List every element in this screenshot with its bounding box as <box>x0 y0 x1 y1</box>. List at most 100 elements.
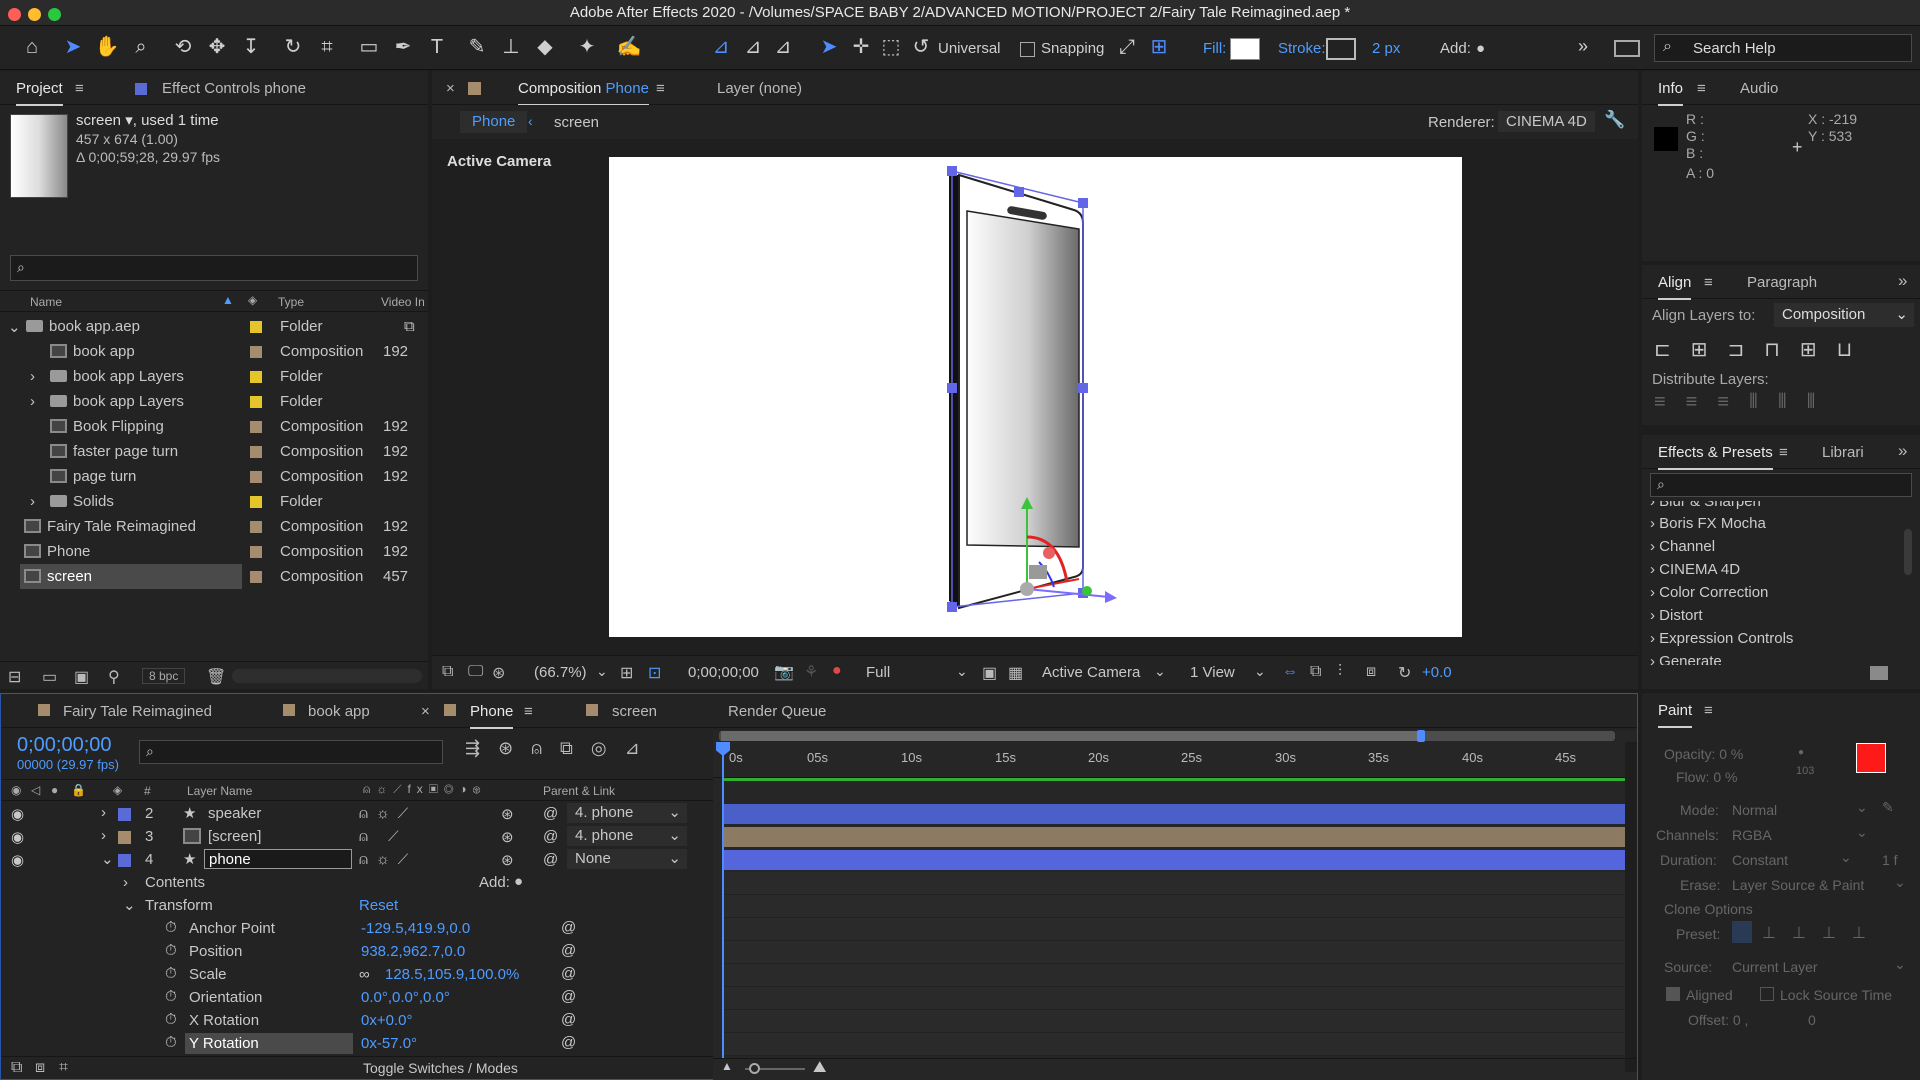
expand-chevron-icon[interactable]: » <box>1578 36 1588 57</box>
transparency-grid-icon[interactable]: ▦ <box>1008 663 1023 683</box>
paint-flow[interactable]: Flow: 0 % <box>1676 769 1737 785</box>
work-area-end-handle[interactable] <box>1417 730 1425 742</box>
expand-chevron-icon[interactable]: » <box>1898 441 1907 461</box>
flowchart-icon[interactable]: ⧈ <box>1366 663 1376 681</box>
panel-menu-icon[interactable]: ≡ <box>75 80 84 97</box>
camera-select[interactable]: Active Camera <box>1042 664 1140 681</box>
draft-3d-icon[interactable]: ⊛ <box>498 738 531 758</box>
parent-select[interactable]: 4. phone ⌄ <box>567 803 687 823</box>
property-value[interactable]: 128.5,105.9,100.0% <box>385 966 519 983</box>
align-hcenter-icon[interactable]: ⊞ <box>1691 339 1728 361</box>
collapse-chevron-icon[interactable]: ⌄ <box>101 850 114 868</box>
list-item[interactable]: book app Composition 192 <box>0 339 410 364</box>
tab-composition[interactable]: Composition Phone <box>518 80 649 106</box>
frame-blending-icon[interactable]: ⧉ <box>560 738 591 758</box>
expand-chevron-icon[interactable]: › <box>101 804 106 821</box>
tab-screen[interactable]: screen <box>612 703 657 720</box>
rotation-tool-icon[interactable]: ↻ <box>278 32 308 62</box>
layer-switches-icon[interactable]: ⍝☼⟋ <box>359 851 416 868</box>
region-of-interest-icon[interactable]: ⊡ <box>648 663 661 683</box>
tab-paragraph[interactable]: Paragraph <box>1747 274 1817 291</box>
rectangle-tool-icon[interactable]: ▭ <box>354 32 384 62</box>
panel-menu-icon[interactable]: ≡ <box>524 703 533 720</box>
layer-switches-icon[interactable]: ⍝☼⟋ <box>359 805 416 822</box>
chevron-down-icon[interactable]: ⌄ <box>596 663 608 680</box>
composition-viewer[interactable] <box>609 157 1462 637</box>
snapping-checkbox[interactable] <box>1020 42 1035 57</box>
pan-behind-icon[interactable]: ⌗ <box>312 32 342 62</box>
align-to-select[interactable]: Composition ⌄ <box>1774 303 1914 327</box>
view-axis-icon[interactable]: ⊿ <box>768 32 798 62</box>
stroke-width[interactable]: 2 px <box>1372 40 1400 57</box>
constrain-proportions-icon[interactable]: ∞ <box>359 966 370 983</box>
duration-frames[interactable]: 1 f <box>1882 852 1898 868</box>
pick-whip-icon[interactable]: @ <box>543 851 558 868</box>
chevron-down-icon[interactable]: ⌄ <box>956 663 968 680</box>
list-item[interactable]: › Boris FX Mocha <box>1650 515 1766 532</box>
panel-menu-icon[interactable]: ≡ <box>1704 702 1713 719</box>
scale-icon[interactable]: ⬚ <box>876 32 906 62</box>
snap-features-icon[interactable]: ⊞ <box>1144 32 1174 62</box>
chevron-down-icon[interactable]: ⌄ <box>1856 799 1868 816</box>
timeline-timecode[interactable]: 0;00;00;00 <box>17 734 112 757</box>
label-tag-icon[interactable]: ◈ <box>248 293 257 307</box>
expand-chevron-icon[interactable]: › <box>30 368 35 385</box>
expression-pickwhip-icon[interactable]: @ <box>561 919 576 936</box>
puppet-pin-icon[interactable]: ✍ <box>614 32 644 62</box>
local-axis-icon[interactable]: ⊿ <box>706 32 736 62</box>
distribute-right-icon[interactable]: ⦀ <box>1807 391 1836 413</box>
channel-rgb-icon[interactable]: ● <box>832 662 842 680</box>
layer-switches-pane-icon[interactable]: ⧉ <box>11 1059 22 1077</box>
sort-ascending-icon[interactable]: ▲ <box>222 293 234 307</box>
time-ruler[interactable]: 0s 05s 10s 15s 20s 25s 30s 35s 40s 45s <box>713 744 1637 778</box>
expression-pickwhip-icon[interactable]: @ <box>561 988 576 1005</box>
expand-chevron-icon[interactable]: › <box>101 827 106 844</box>
expand-chevron-icon[interactable]: › <box>30 493 35 510</box>
align-right-icon[interactable]: ⊐ <box>1728 339 1765 361</box>
chevron-down-icon[interactable]: ⌄ <box>1856 824 1868 841</box>
tab-render-queue[interactable]: Render Queue <box>728 703 826 720</box>
list-item[interactable]: page turn Composition 192 <box>0 464 410 489</box>
search-help-field[interactable]: ⌕ Search Help <box>1654 34 1912 62</box>
new-composition-icon[interactable]: ▣ <box>74 667 89 687</box>
layer-name[interactable]: [screen] <box>208 828 261 845</box>
property-value[interactable]: -129.5,419.9,0.0 <box>361 920 470 937</box>
effects-search-input[interactable]: ⌕ <box>1650 473 1912 497</box>
duration-select[interactable]: Constant <box>1732 852 1788 868</box>
toggle-pixel-aspect-icon[interactable]: ⇔ <box>1282 663 1298 681</box>
layer-bar-phone[interactable] <box>723 850 1625 870</box>
roto-brush-icon[interactable]: ✦ <box>572 32 602 62</box>
breadcrumb-screen[interactable]: screen <box>554 114 599 131</box>
video-visibility-icon[interactable]: ◉ <box>11 783 21 797</box>
clone-preset-1-icon[interactable] <box>1732 921 1752 943</box>
hand-tool-icon[interactable]: ✋ <box>92 32 122 62</box>
views-select[interactable]: 1 View <box>1190 664 1235 681</box>
eye-icon[interactable]: ◉ <box>11 851 24 869</box>
rotate-icon[interactable]: ↺ <box>906 32 936 62</box>
stroke-swatch[interactable] <box>1326 38 1356 60</box>
foreground-color-swatch[interactable] <box>1856 743 1886 773</box>
pick-whip-icon[interactable]: @ <box>543 805 558 822</box>
solo-icon[interactable]: ● <box>51 783 58 797</box>
eye-icon[interactable]: ◉ <box>11 828 24 846</box>
list-item[interactable]: › Color Correction <box>1650 584 1768 601</box>
tab-info[interactable]: Info <box>1658 80 1684 106</box>
label-tag-icon[interactable]: ◈ <box>113 783 122 797</box>
expand-chevron-icon[interactable]: » <box>1898 271 1907 291</box>
resolution-select[interactable]: Full <box>866 664 890 681</box>
add-menu-icon[interactable]: ● <box>1476 40 1485 57</box>
toggle-switches-modes[interactable]: Toggle Switches / Modes <box>363 1060 518 1076</box>
paint-title[interactable]: Paint <box>1658 702 1693 728</box>
clone-preset-2-icon[interactable]: ⊥ <box>1762 923 1776 943</box>
chevron-down-icon[interactable]: ⌄ <box>1154 663 1166 680</box>
distribute-top-icon[interactable]: ≡ <box>1654 391 1686 413</box>
list-item[interactable]: faster page turn Composition 192 <box>0 439 410 464</box>
col-type[interactable]: Type <box>278 295 304 309</box>
project-settings-icon[interactable]: ⚲ <box>108 667 120 687</box>
exposure-value[interactable]: +0.0 <box>1422 664 1452 681</box>
list-item-selected[interactable]: screen Composition 457 <box>0 564 410 589</box>
renderer-value[interactable]: CINEMA 4D <box>1498 111 1595 132</box>
list-item[interactable]: › Expression Controls <box>1650 630 1793 647</box>
graph-editor-icon[interactable]: ⊿ <box>625 738 658 758</box>
erase-select[interactable]: Layer Source & Paint <box>1732 877 1864 893</box>
